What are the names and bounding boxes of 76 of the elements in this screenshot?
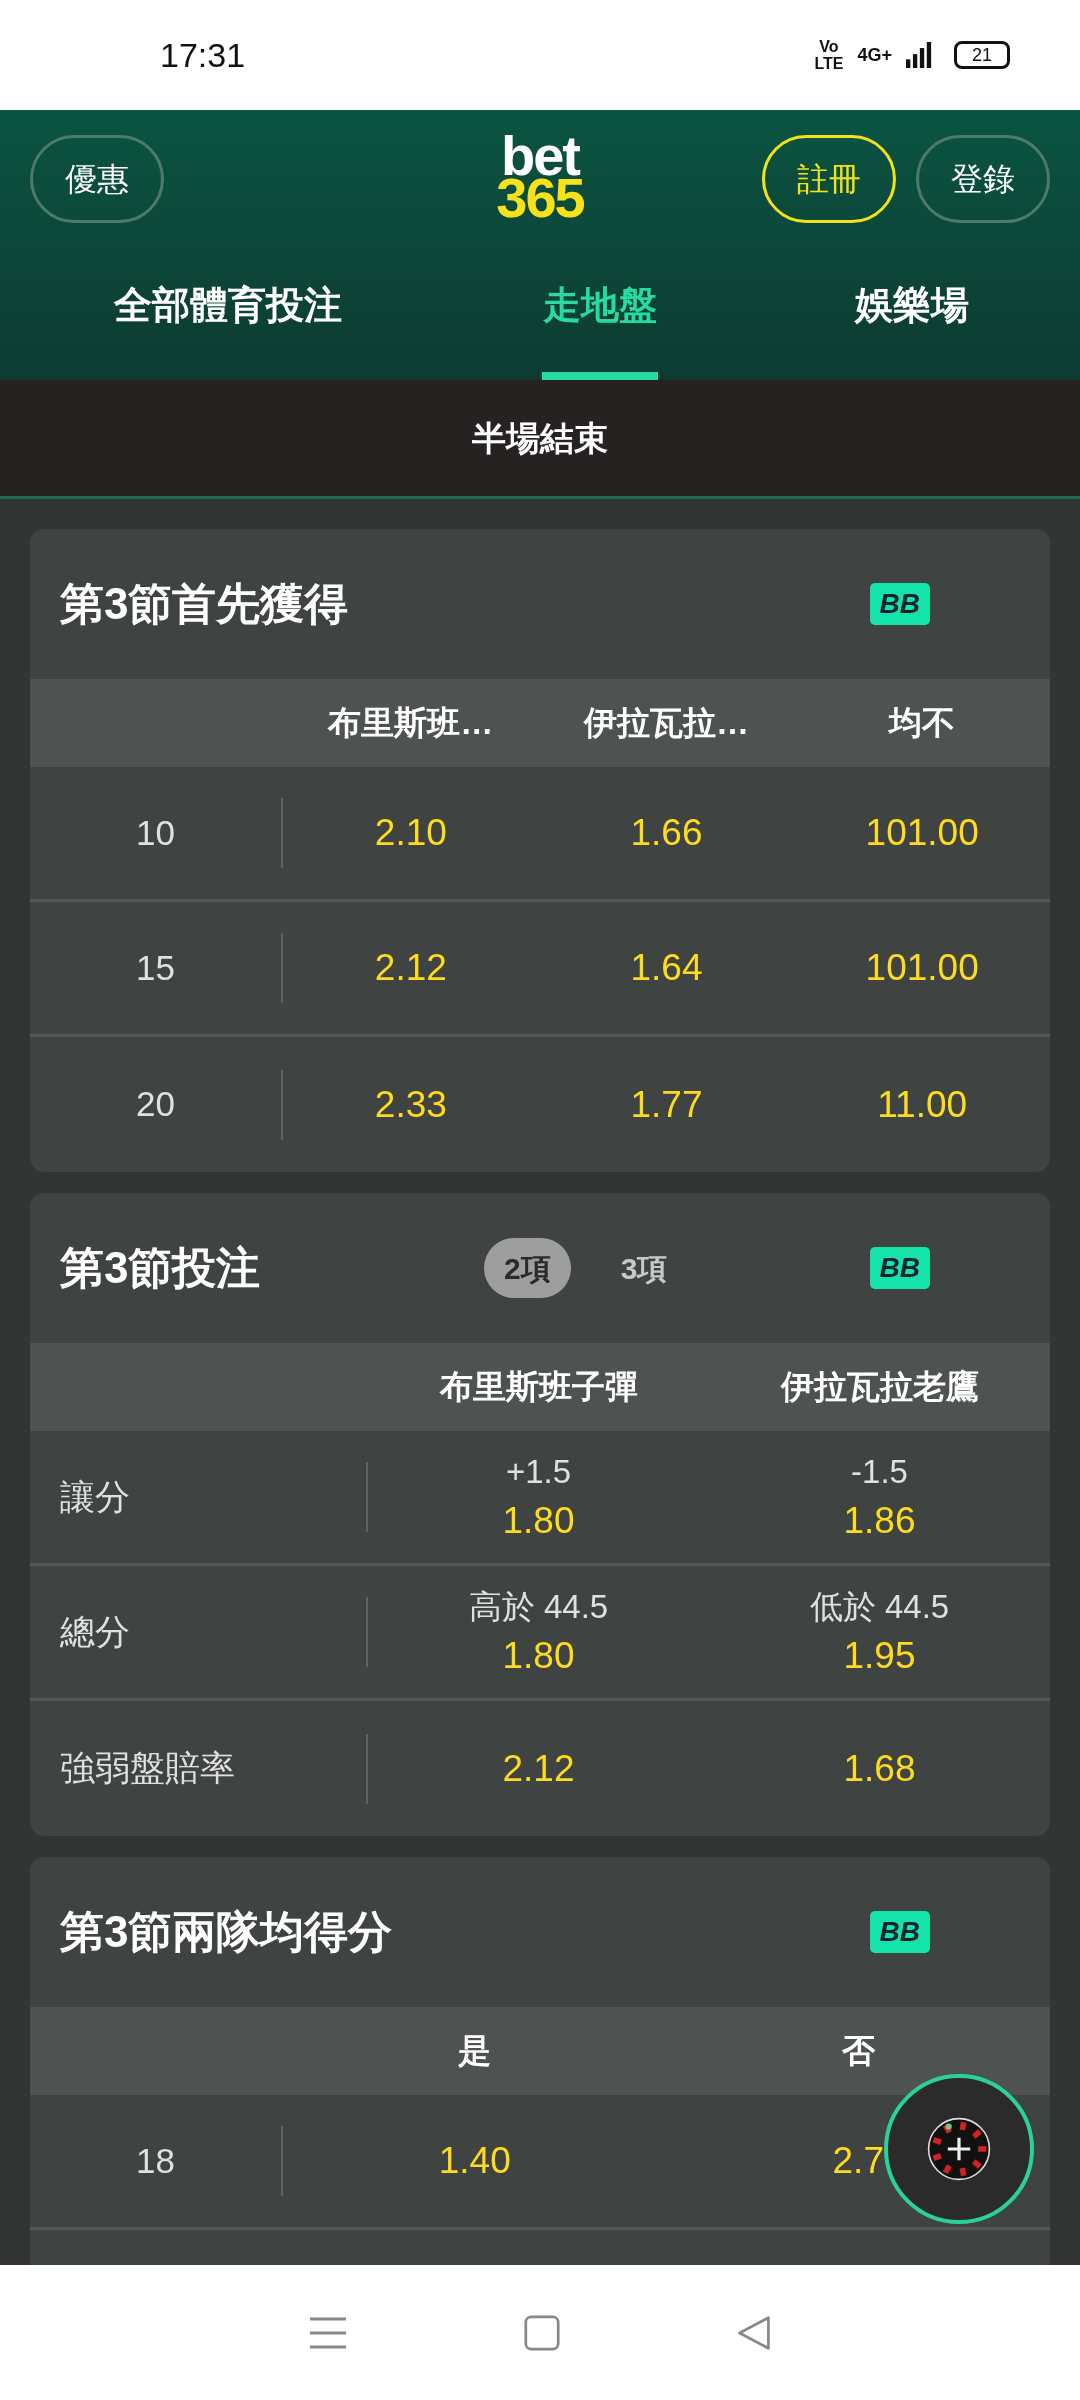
odds-value: 1.66 [630, 811, 703, 855]
bb-badge: BB [869, 1911, 930, 1953]
home-icon[interactable] [524, 2314, 560, 2351]
row-label: 20 [136, 1083, 175, 1126]
toggle-chip[interactable]: 3項 [600, 1238, 688, 1298]
odds-value: 2.12 [502, 1746, 575, 1791]
column-header: 均不 [889, 703, 956, 744]
row-label: 總分 [60, 1610, 130, 1653]
odds-value: 1.86 [843, 1499, 916, 1543]
clock: 17:31 [160, 34, 246, 76]
odds-value: 1.40 [438, 2139, 511, 2183]
handicap-line: -1.5 [851, 1452, 908, 1492]
odds-value: 1.95 [843, 1634, 916, 1678]
column-header: 伊拉瓦拉老鷹 [780, 1367, 979, 1408]
odds-cell[interactable]: 101.00 [794, 902, 1050, 1034]
odds-cell[interactable]: 高於 44.5 1.80 [368, 1566, 709, 1698]
handicap-line: 低於 44.5 [809, 1587, 950, 1627]
header-button[interactable]: 註冊 [762, 135, 896, 223]
odds-cell[interactable]: 101.00 [794, 767, 1050, 899]
odds-cell[interactable]: 11.00 [794, 1037, 1050, 1172]
signal-icon [906, 40, 932, 70]
nav-tab[interactable]: 娛樂場 [744, 230, 1080, 380]
odds-value: 1.77 [630, 1082, 703, 1127]
volte-label: LTE [814, 55, 844, 72]
odds-cell[interactable]: 2.10 [283, 767, 539, 899]
column-header: 是 [458, 2031, 492, 2072]
odds-cell[interactable]: 1.77 [538, 1037, 795, 1172]
odds-value: 1.68 [843, 1746, 916, 1791]
bb-badge: BB [869, 583, 930, 625]
odds-value: 2.12 [374, 946, 447, 990]
odds-cell[interactable]: 1.66 [538, 767, 795, 899]
market-title: 第3節投注 [60, 1242, 262, 1294]
nav-tab[interactable]: 走地盤 [456, 230, 744, 380]
battery-icon: 21 [954, 41, 1010, 69]
bet365-logo[interactable]: bet 365 [496, 135, 584, 223]
odds-cell[interactable]: 1.40 [283, 2095, 667, 2227]
odds-value: 2.7 [832, 2139, 884, 2183]
volte-label: Vo [819, 38, 839, 55]
odds-value: 2.10 [374, 811, 447, 855]
odds-value: 11.00 [877, 1082, 968, 1127]
toggle-chip[interactable]: 2項 [484, 1238, 571, 1298]
column-header: 伊拉瓦拉… [584, 703, 749, 744]
odds-cell[interactable]: -1.5 1.86 [709, 1431, 1050, 1563]
row-label: 15 [136, 946, 175, 989]
odds-cell[interactable]: 低於 44.5 1.95 [709, 1566, 1050, 1698]
row-label: 18 [136, 2139, 175, 2182]
odds-cell[interactable]: 2.33 [283, 1037, 539, 1172]
row-label: 強弱盤賠率 [60, 1747, 235, 1790]
handicap-line: +1.5 [505, 1452, 572, 1492]
column-header: 布里斯班子彈 [439, 1367, 638, 1408]
odds-value: 1.80 [502, 1499, 575, 1543]
header-button[interactable]: 優惠 [30, 135, 164, 223]
column-header: 否 [841, 2031, 875, 2072]
odds-value: 1.64 [630, 946, 703, 990]
odds-cell[interactable]: 1.64 [538, 902, 795, 1034]
network-label: 4G+ [857, 43, 892, 67]
row-label: 10 [136, 811, 175, 854]
odds-value: 2.33 [374, 1082, 447, 1127]
handicap-line: 高於 44.5 [468, 1587, 609, 1627]
column-header: 布里斯班… [328, 703, 494, 744]
odds-value: 1.80 [502, 1634, 575, 1678]
bb-badge: BB [869, 1247, 930, 1289]
odds-cell[interactable]: 1.68 [709, 1701, 1050, 1836]
row-label: 讓分 [60, 1475, 130, 1518]
back-icon[interactable] [736, 2314, 772, 2351]
header-button[interactable]: 登錄 [916, 135, 1050, 223]
odds-cell[interactable]: +1.5 1.80 [368, 1431, 709, 1563]
odds-value: 101.00 [865, 946, 979, 990]
odds-cell[interactable]: 2.7 [666, 2095, 1050, 2227]
market-title: 第3節兩隊均得分 [60, 1906, 394, 1958]
match-status: 半場結束 [472, 417, 608, 459]
market-title: 第3節首先獲得 [60, 578, 350, 630]
odds-value: 101.00 [865, 811, 979, 855]
odds-cell[interactable]: 2.12 [283, 902, 539, 1034]
odds-cell[interactable]: 2.12 [368, 1701, 709, 1836]
nav-tab[interactable]: 全部體育投注 [0, 230, 456, 380]
